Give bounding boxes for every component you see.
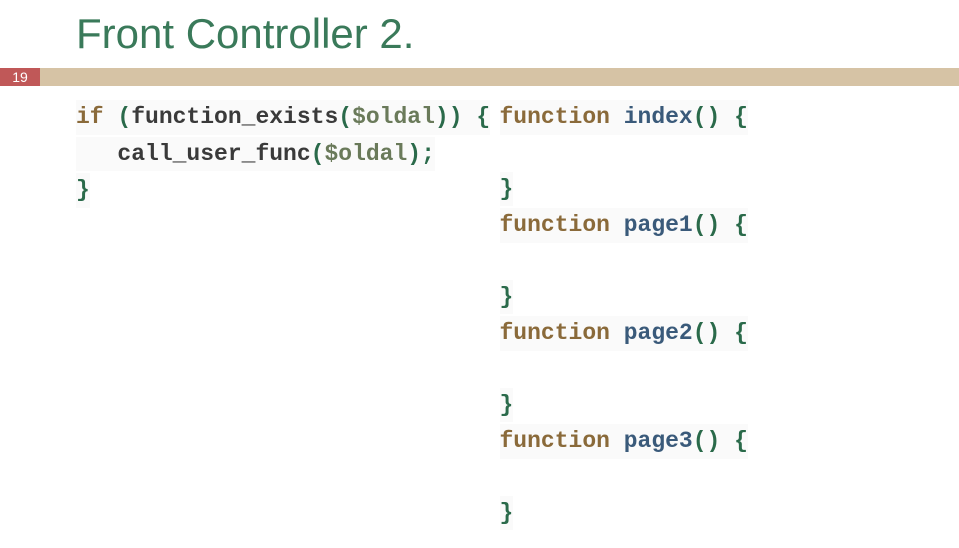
slide-content: if (function_exists($oldal)) { call_user…	[0, 100, 959, 532]
function-call: call_user_func	[117, 141, 310, 167]
function-name: page2	[610, 320, 693, 346]
variable: $oldal	[324, 141, 407, 167]
brace: {	[734, 320, 748, 346]
accent-bar	[40, 68, 959, 86]
code-column-right: function index() { } function page1() { …	[480, 100, 959, 532]
indent	[76, 141, 117, 167]
paren: );	[407, 141, 435, 167]
paren: (	[338, 104, 352, 130]
code-line: }	[500, 496, 514, 531]
keyword-function: function	[500, 428, 610, 454]
code-line: call_user_func($oldal);	[76, 137, 435, 172]
paren: )	[449, 104, 477, 130]
code-line: }	[500, 388, 514, 423]
keyword-function: function	[500, 104, 610, 130]
paren: (	[104, 104, 132, 130]
code-column-left: if (function_exists($oldal)) { call_user…	[0, 100, 480, 532]
code-line: function index() {	[500, 100, 748, 135]
code-line: }	[500, 172, 514, 207]
parens: ()	[693, 212, 734, 238]
parens: ()	[693, 428, 734, 454]
function-call: function_exists	[131, 104, 338, 130]
parens: ()	[693, 320, 734, 346]
brace: {	[734, 104, 748, 130]
code-line: function page1() {	[500, 208, 748, 243]
brace: {	[734, 212, 748, 238]
brace: {	[734, 428, 748, 454]
paren: (	[311, 141, 325, 167]
parens: ()	[693, 104, 734, 130]
function-name: page1	[610, 212, 693, 238]
code-line: }	[76, 173, 90, 208]
code-line: }	[500, 280, 514, 315]
page-number-badge: 19	[0, 68, 40, 86]
variable: $oldal	[352, 104, 435, 130]
code-line: if (function_exists($oldal)) {	[76, 100, 490, 135]
code-line: function page3() {	[500, 424, 748, 459]
function-name: index	[610, 104, 693, 130]
keyword-function: function	[500, 320, 610, 346]
slide-title: Front Controller 2.	[0, 0, 959, 58]
keyword-if: if	[76, 104, 104, 130]
paren: )	[435, 104, 449, 130]
keyword-function: function	[500, 212, 610, 238]
code-line: function page2() {	[500, 316, 748, 351]
function-name: page3	[610, 428, 693, 454]
